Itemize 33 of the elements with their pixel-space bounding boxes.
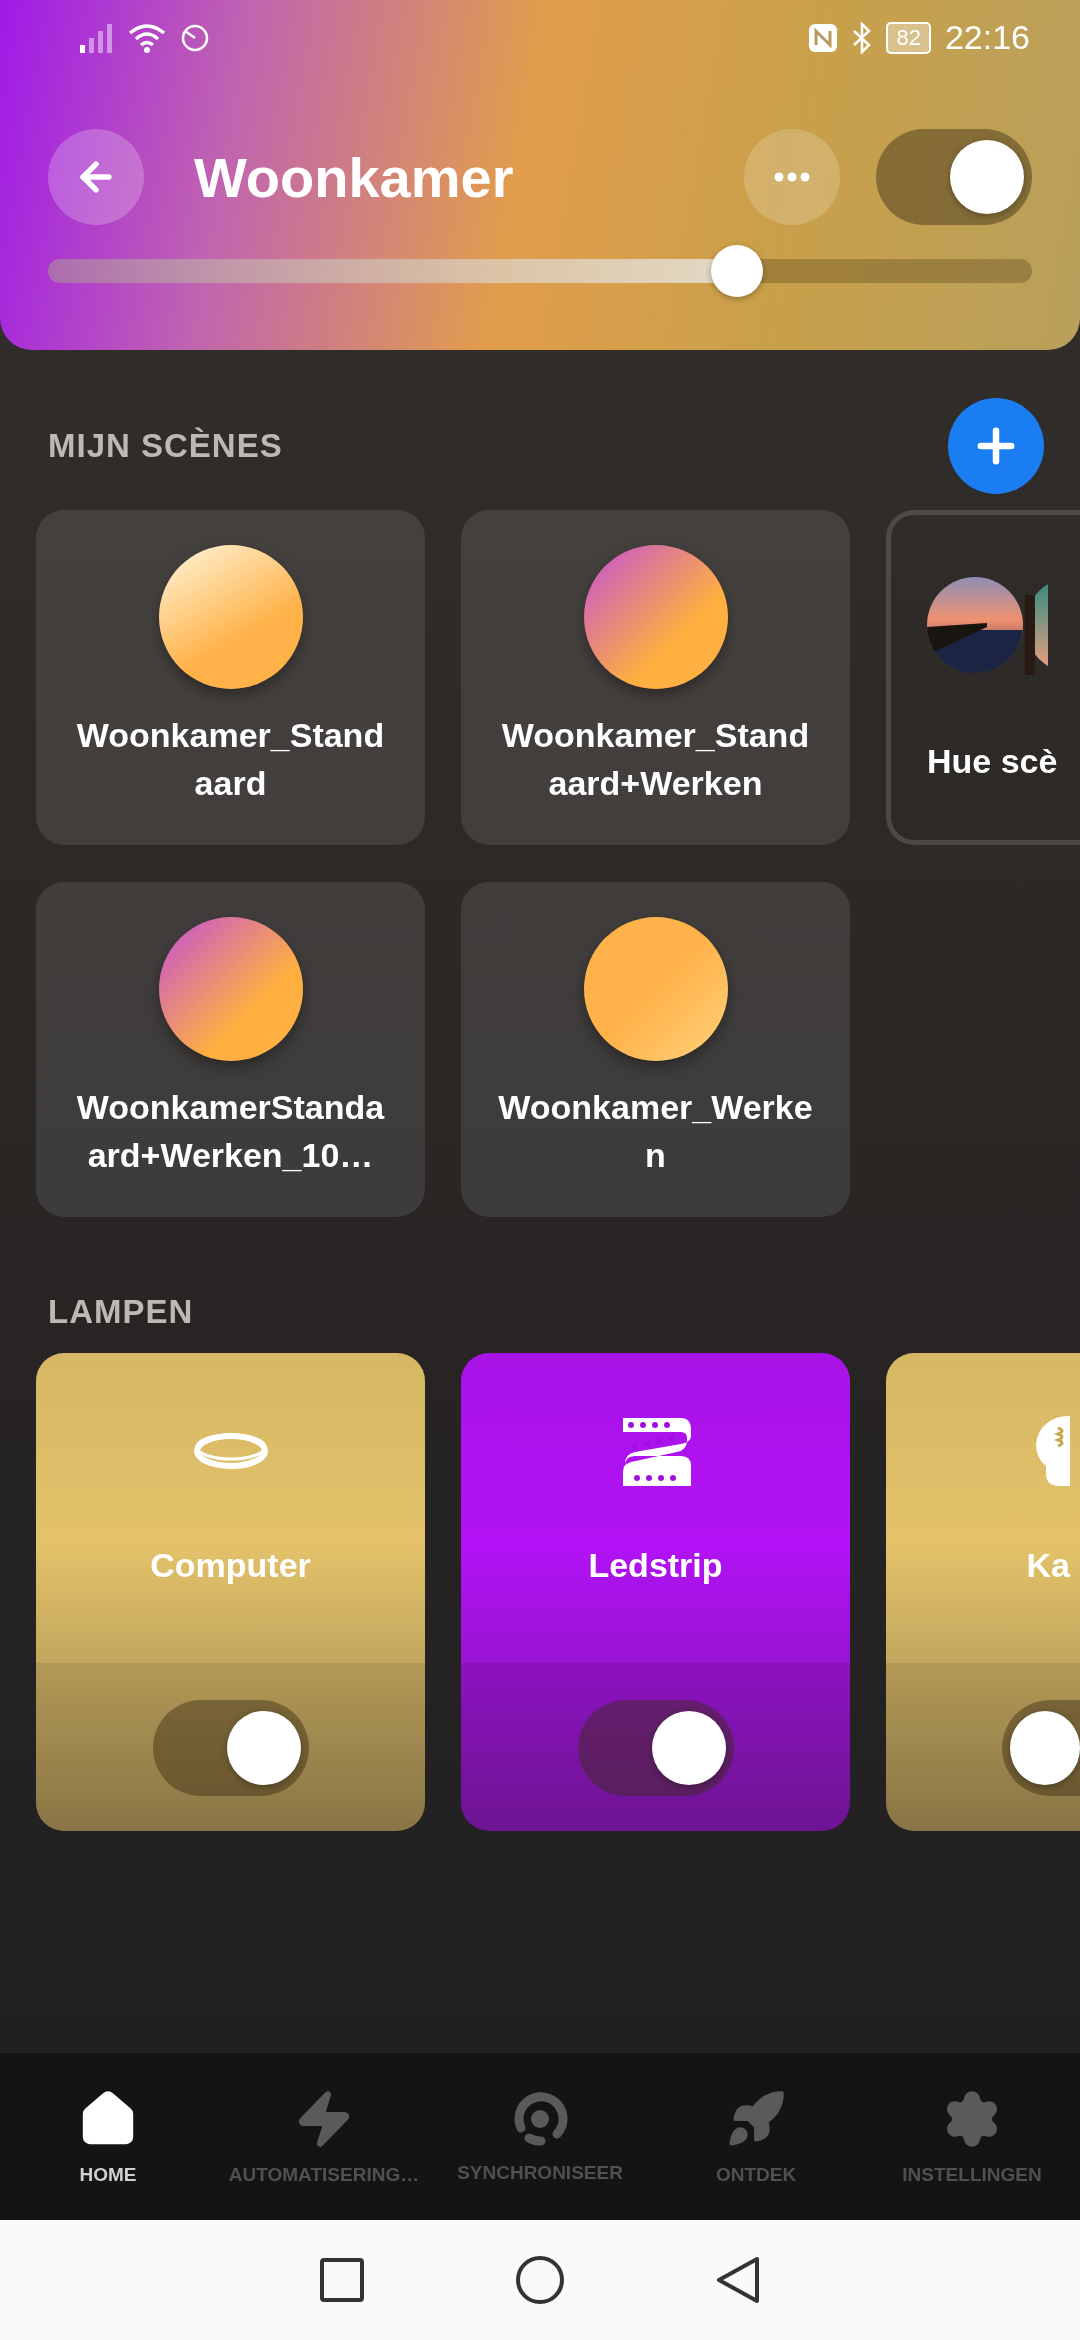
scene-card[interactable]: Woonkamer_Standaard+Werken: [461, 510, 850, 845]
timer-icon: [180, 22, 210, 53]
home-circle-icon[interactable]: [515, 2255, 565, 2305]
scene-card[interactable]: Woonkamer_Werken: [461, 882, 850, 1217]
signal-icon: [80, 22, 114, 53]
lamp-card[interactable]: Ledstrip: [461, 1353, 850, 1831]
lamp-name: Ledstrip: [588, 1546, 723, 1585]
scene-card[interactable]: WoonkamerStandaard+Werken_10…: [36, 882, 425, 1217]
slider-thumb[interactable]: [710, 245, 763, 297]
lamp-name: Ka: [1026, 1546, 1070, 1585]
scene-card[interactable]: Woonkamer_Standaard: [36, 510, 425, 845]
wifi-icon: [128, 22, 166, 53]
more-dots-icon: [774, 172, 810, 182]
battery-indicator: 82: [886, 21, 931, 54]
back-triangle-icon[interactable]: [715, 2255, 761, 2305]
scene-name: Woonkamer_Standaard: [75, 715, 386, 804]
scene-name: Hue scè: [927, 741, 1058, 782]
bluetooth-icon: [852, 21, 873, 54]
scene-name: WoonkamerStandaard+Werken_10…: [75, 1087, 386, 1176]
scene-card[interactable]: Hue scè: [886, 510, 1080, 845]
room-title: Woonkamer: [194, 144, 515, 210]
nav-tab[interactable]: HOME: [0, 2053, 216, 2220]
scene-name: Woonkamer_Standaard+Werken: [500, 715, 811, 804]
brightness-slider[interactable]: [48, 245, 1032, 297]
lamp-toggle[interactable]: [1002, 1700, 1080, 1796]
section-title: MIJN SCÈNES: [48, 427, 283, 465]
nfc-icon: [808, 22, 839, 53]
recents-icon[interactable]: [319, 2257, 365, 2303]
ring-lamp-icon: [192, 1431, 269, 1471]
clock-time: 22:16: [944, 18, 1030, 57]
scene-name: Woonkamer_Werken: [497, 1087, 814, 1176]
lamp-name: Computer: [150, 1546, 311, 1585]
section-title: LAMPEN: [48, 1293, 194, 1331]
